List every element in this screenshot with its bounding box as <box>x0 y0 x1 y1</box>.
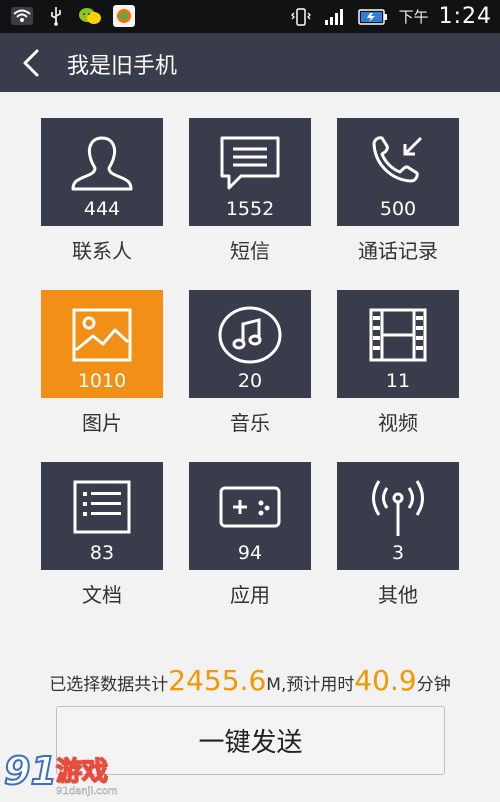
watermark-91: 91 <box>4 749 57 793</box>
tile-count: 444 <box>83 198 121 220</box>
status-right: 下午 1:24 <box>289 0 492 33</box>
tile-count: 20 <box>237 370 263 392</box>
app-gamepad-icon <box>189 474 311 540</box>
tile-label-video: 视频 <box>378 411 418 435</box>
document-icon <box>41 474 163 540</box>
tile-label-apps: 应用 <box>230 583 270 607</box>
summary-size: 2455.6 <box>168 664 267 697</box>
other-antenna-icon <box>337 474 459 540</box>
page-title: 我是旧手机 <box>67 54 178 79</box>
tile-label-documents: 文档 <box>82 583 122 607</box>
tile-label-music: 音乐 <box>230 411 270 435</box>
tile-count: 500 <box>379 198 417 220</box>
tile-other[interactable]: 3 <box>337 462 459 570</box>
app-icon <box>112 5 136 27</box>
tile-count: 94 <box>237 542 263 564</box>
phone-icon <box>337 130 459 196</box>
signal-icon <box>323 6 347 28</box>
back-button[interactable] <box>14 47 48 79</box>
title-bar: 我是旧手机 <box>0 33 500 92</box>
summary-time-unit: 分钟 <box>416 675 451 695</box>
tile-count: 1010 <box>77 370 127 392</box>
tile-call-log[interactable]: 500 <box>337 118 459 226</box>
usb-icon <box>44 5 68 27</box>
back-arrow-icon <box>23 49 39 77</box>
tile-count: 11 <box>385 370 411 392</box>
image-icon <box>41 302 163 368</box>
music-icon <box>189 302 311 368</box>
tile-video[interactable]: 11 <box>337 290 459 398</box>
tile-count: 1552 <box>225 198 275 220</box>
watermark-logo: 91 游戏 91danji.com <box>3 748 144 798</box>
tile-documents[interactable]: 83 <box>41 462 163 570</box>
tile-label-messages: 短信 <box>230 239 270 263</box>
tile-messages[interactable]: 1552 <box>189 118 311 226</box>
tile-images[interactable]: 1010 <box>41 290 163 398</box>
vibrate-icon <box>289 6 313 28</box>
status-ampm: 下午 <box>398 8 429 26</box>
status-left-icons <box>10 5 136 27</box>
summary-time: 40.9 <box>354 664 417 697</box>
tile-count: 3 <box>391 542 405 564</box>
tile-contacts[interactable]: 444 <box>41 118 163 226</box>
message-icon <box>189 130 311 196</box>
tile-apps[interactable]: 94 <box>189 462 311 570</box>
status-bar: 下午 1:24 <box>0 0 500 33</box>
status-time: 1:24 <box>438 4 492 29</box>
selection-summary: 已选择数据共计2455.6M,预计用时40.9分钟 <box>0 664 500 704</box>
tile-music[interactable]: 20 <box>189 290 311 398</box>
tile-label-images: 图片 <box>82 411 122 435</box>
battery-icon <box>357 6 389 28</box>
tile-label-contacts: 联系人 <box>72 239 132 263</box>
wifi-icon <box>10 5 34 27</box>
tile-count: 83 <box>89 542 115 564</box>
wechat-icon <box>78 5 102 27</box>
contact-icon <box>41 130 163 196</box>
summary-prefix: 已选择数据共计 <box>49 675 169 695</box>
watermark-game: 游戏 <box>56 757 108 787</box>
tile-label-call-log: 通话记录 <box>358 239 438 263</box>
summary-size-unit: M,预计用时 <box>266 675 355 695</box>
video-icon <box>337 302 459 368</box>
watermark-site: 91danji.com <box>56 786 118 797</box>
tile-label-other: 其他 <box>378 583 418 607</box>
